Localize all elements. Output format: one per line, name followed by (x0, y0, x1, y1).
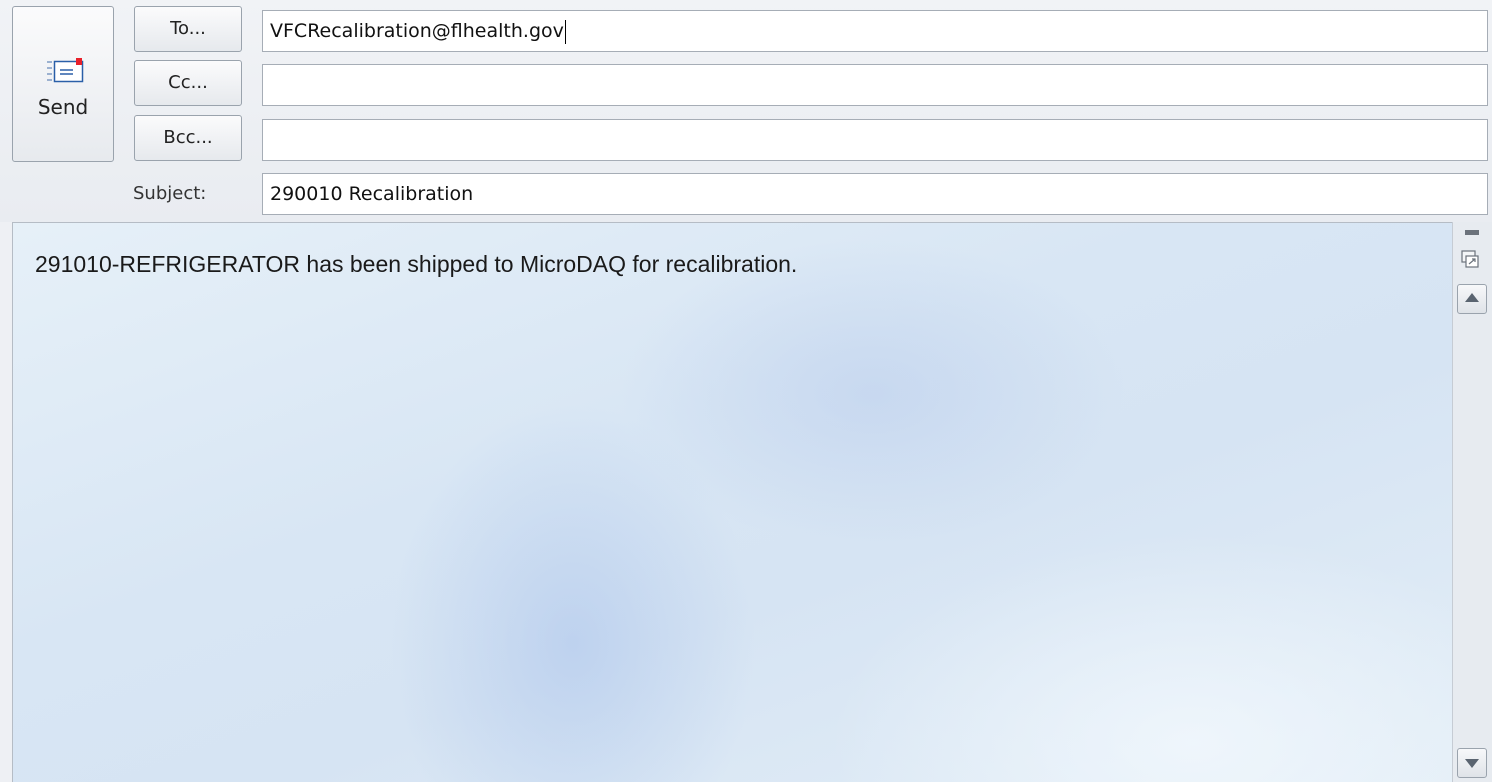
cc-button[interactable]: Cc... (134, 60, 242, 106)
message-body[interactable]: 291010-REFRIGERATOR has been shipped to … (12, 222, 1452, 782)
expand-icon[interactable] (1460, 248, 1480, 270)
envelope-send-icon (47, 58, 84, 83)
to-button[interactable]: To... (134, 6, 242, 52)
send-label: Send (37, 95, 89, 119)
scroll-up-icon (1465, 293, 1479, 302)
vertical-scrollbar[interactable] (1452, 222, 1492, 782)
split-grip[interactable] (1465, 230, 1479, 235)
bcc-button[interactable]: Bcc... (134, 115, 242, 161)
subject-field-value: 290010 Recalibration (270, 183, 474, 205)
bcc-field[interactable] (262, 119, 1488, 161)
subject-field[interactable]: 290010 Recalibration (262, 173, 1488, 215)
subject-label: Subject: (133, 183, 207, 204)
send-button[interactable]: Send (12, 6, 114, 162)
to-field[interactable]: VFCRecalibration@flhealth.gov (262, 10, 1488, 52)
scroll-up-button[interactable] (1457, 284, 1487, 314)
scroll-down-button[interactable] (1457, 748, 1487, 778)
text-caret (564, 19, 566, 44)
to-field-value: VFCRecalibration@flhealth.gov (270, 20, 564, 42)
message-body-text: 291010-REFRIGERATOR has been shipped to … (35, 251, 798, 277)
scroll-down-icon (1465, 759, 1479, 768)
compose-header: Send To... Cc... Bcc... VFCRecalibration… (0, 0, 1492, 222)
cc-field[interactable] (262, 64, 1488, 106)
